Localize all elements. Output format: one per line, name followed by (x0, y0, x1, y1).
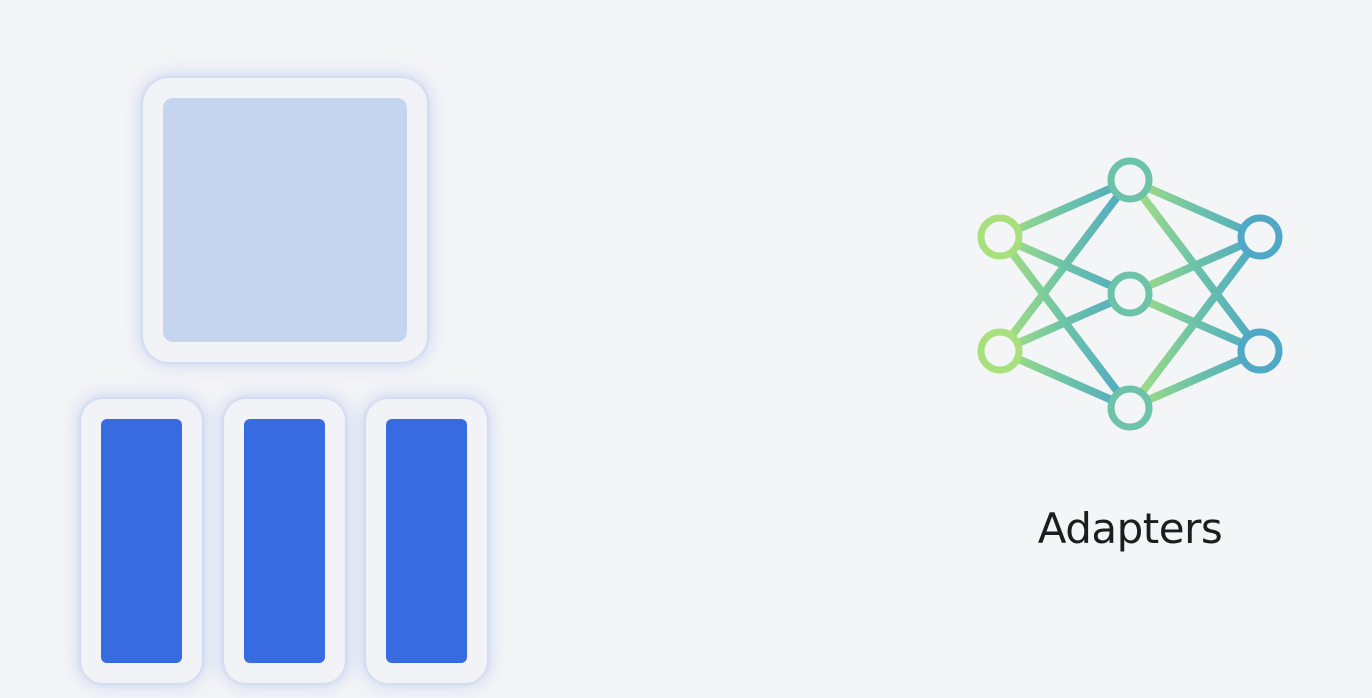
neural-network-icon (977, 157, 1283, 431)
base-model-block (163, 98, 407, 342)
adapter-block-2 (244, 419, 325, 663)
network-node-2-0 (1237, 214, 1283, 260)
network-node-0-1 (977, 328, 1023, 374)
adapter-tile-1 (81, 399, 202, 683)
adapter-tile-3 (366, 399, 487, 683)
adapter-tile-2 (224, 399, 345, 683)
network-nodes (977, 157, 1283, 431)
network-node-1-0 (1107, 157, 1153, 203)
base-model-tile (143, 78, 427, 362)
adapter-block-3 (386, 419, 467, 663)
network-node-1-1 (1107, 271, 1153, 317)
network-node-0-0 (977, 214, 1023, 260)
adapter-block-1 (101, 419, 182, 663)
adapters-label: Adapters (1037, 504, 1223, 553)
network-node-2-1 (1237, 328, 1283, 374)
network-node-1-2 (1107, 385, 1153, 431)
